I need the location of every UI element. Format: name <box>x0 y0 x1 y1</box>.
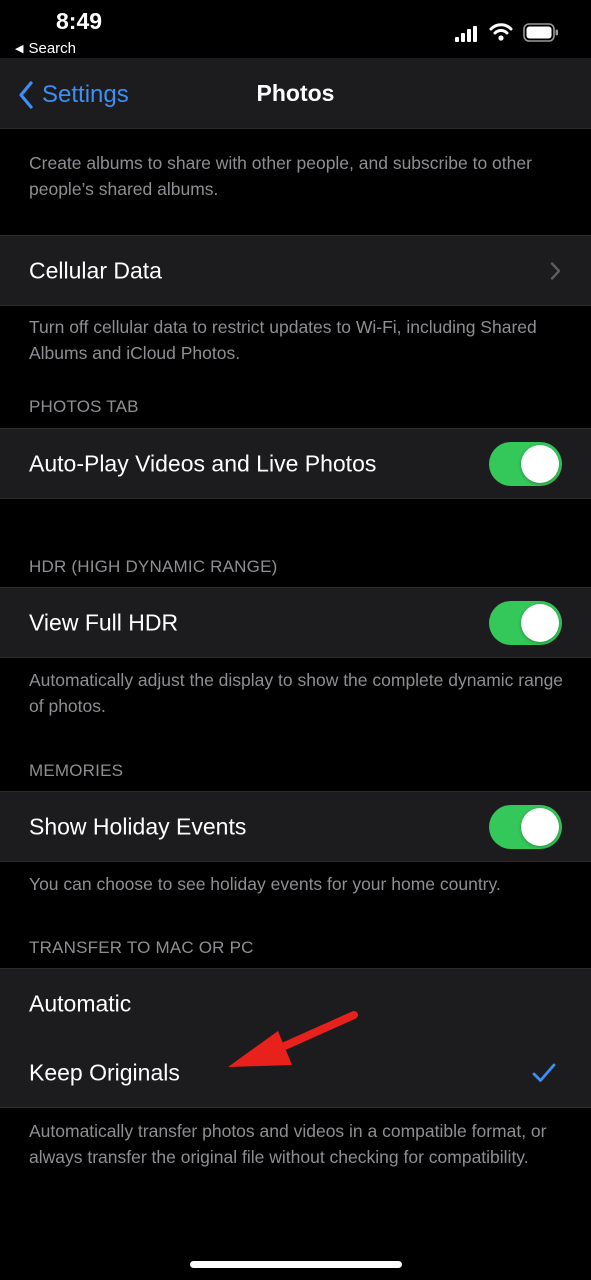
home-indicator[interactable] <box>190 1261 402 1268</box>
hdr-header: HDR (HIGH DYNAMIC RANGE) <box>29 557 278 576</box>
annotation-arrow-icon <box>228 1011 358 1067</box>
cellular-signal-icon <box>455 26 477 42</box>
toggle-knob <box>521 603 559 642</box>
transfer-footer: Automatically transfer photos and videos… <box>29 1121 547 1167</box>
memories-header: MEMORIES <box>29 761 124 780</box>
transfer-option-label: Keep Originals <box>29 1059 180 1085</box>
chevron-right-icon <box>550 261 561 280</box>
toggle-knob <box>521 807 559 846</box>
toggle-knob <box>521 444 559 483</box>
wifi-icon <box>489 23 513 41</box>
autoplay-label: Auto-Play Videos and Live Photos <box>29 450 377 476</box>
battery-icon <box>523 23 558 42</box>
view-full-hdr-toggle[interactable] <box>489 600 562 645</box>
return-app-label: Search <box>28 40 76 57</box>
cellular-data-row[interactable]: Cellular Data <box>0 235 591 306</box>
hdr-footer: Automatically adjust the display to show… <box>29 670 564 716</box>
holiday-events-row: Show Holiday Events <box>0 791 591 862</box>
autoplay-toggle[interactable] <box>489 441 562 486</box>
back-triangle-icon: ◀ <box>15 43 24 55</box>
page-title: Photos <box>256 80 335 106</box>
view-full-hdr-label: View Full HDR <box>29 609 179 635</box>
photos-tab-header: PHOTOS TAB <box>29 397 139 416</box>
return-to-app-link[interactable]: ◀ Search <box>15 40 76 57</box>
view-full-hdr-row: View Full HDR <box>0 587 591 658</box>
cellular-data-label: Cellular Data <box>29 257 162 283</box>
autoplay-row: Auto-Play Videos and Live Photos <box>0 428 591 499</box>
shared-albums-footer: Create albums to share with other people… <box>29 153 532 199</box>
status-time: 8:49 <box>56 8 103 34</box>
memories-footer: You can choose to see holiday events for… <box>29 874 501 894</box>
checkmark-icon <box>532 1063 556 1082</box>
transfer-header: TRANSFER TO MAC OR PC <box>29 938 254 957</box>
cellular-data-footer: Turn off cellular data to restrict updat… <box>29 317 537 363</box>
holiday-events-label: Show Holiday Events <box>29 813 247 839</box>
holiday-events-toggle[interactable] <box>489 804 562 849</box>
transfer-option-label: Automatic <box>29 990 132 1016</box>
